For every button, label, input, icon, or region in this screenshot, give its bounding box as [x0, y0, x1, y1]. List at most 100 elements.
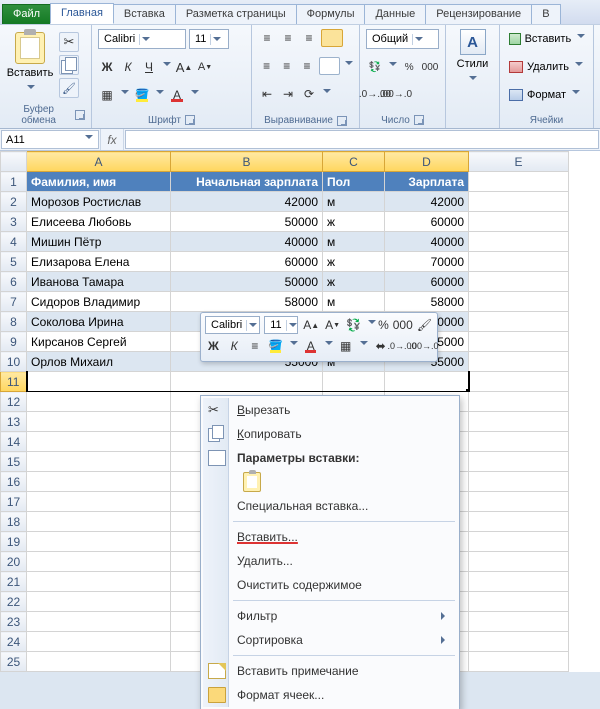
cell[interactable]: 42000	[171, 192, 323, 212]
cell[interactable]: 50000	[171, 212, 323, 232]
merge-center-button[interactable]	[319, 57, 340, 75]
grow-font-button[interactable]: A▲	[175, 58, 193, 76]
copy-button[interactable]	[59, 55, 79, 75]
borders-button[interactable]: ▦	[337, 337, 354, 355]
mini-size-combo[interactable]: 11	[264, 316, 298, 334]
cell[interactable]: Елисеева Любовь	[27, 212, 171, 232]
font-color-button[interactable]: A	[168, 86, 186, 104]
cell[interactable]: Соколова Ирина	[27, 312, 171, 332]
cell[interactable]: Морозов Ростислав	[27, 192, 171, 212]
format-cells-button[interactable]: Формат	[506, 85, 587, 105]
col-header-c[interactable]: C	[323, 152, 385, 172]
cell[interactable]	[469, 652, 569, 672]
cell[interactable]: 58000	[171, 292, 323, 312]
align-top-button[interactable]: ≡	[258, 29, 276, 47]
grow-font-button[interactable]: A▲	[302, 316, 320, 334]
cell[interactable]: 40000	[385, 232, 469, 252]
cell[interactable]	[469, 632, 569, 652]
row-header[interactable]: 5	[1, 252, 27, 272]
cell[interactable]	[469, 252, 569, 272]
row-header[interactable]: 2	[1, 192, 27, 212]
chevron-down-icon[interactable]	[210, 34, 221, 45]
tab-data[interactable]: Данные	[364, 4, 426, 24]
ctx-comment[interactable]: Вставить примечание	[203, 659, 457, 683]
row-header[interactable]: 24	[1, 632, 27, 652]
ctx-insert[interactable]: Вставить...	[203, 525, 457, 549]
chevron-down-icon[interactable]	[83, 132, 94, 148]
cell[interactable]	[27, 632, 171, 652]
row-header[interactable]: 20	[1, 552, 27, 572]
ctx-paste-special[interactable]: Специальная вставка...	[203, 494, 457, 518]
row-header[interactable]: 21	[1, 572, 27, 592]
cell[interactable]	[469, 472, 569, 492]
chevron-down-icon[interactable]	[288, 338, 298, 354]
ctx-filter[interactable]: Фильтр	[203, 604, 457, 628]
col-header-b[interactable]: B	[171, 152, 323, 172]
chevron-down-icon[interactable]	[387, 59, 398, 75]
formula-input[interactable]	[125, 130, 599, 149]
select-all-corner[interactable]	[1, 152, 27, 172]
percent-button[interactable]: %	[377, 316, 390, 334]
cell[interactable]: Зарплата	[385, 172, 469, 192]
underline-button[interactable]: Ч	[140, 58, 158, 76]
tab-file[interactable]: Файл	[2, 4, 51, 24]
cell[interactable]: Начальная зарплата	[171, 172, 323, 192]
align-center-button[interactable]: ≡	[247, 337, 264, 355]
ctx-clear[interactable]: Очистить содержимое	[203, 573, 457, 597]
row-header[interactable]: 1	[1, 172, 27, 192]
merge-button[interactable]: ⬌	[372, 337, 389, 355]
cell[interactable]	[469, 412, 569, 432]
borders-button[interactable]: ▦	[98, 86, 116, 104]
dialog-launcher-icon[interactable]	[337, 116, 347, 126]
ctx-delete[interactable]: Удалить...	[203, 549, 457, 573]
tab-formulas[interactable]: Формулы	[296, 4, 366, 24]
cell[interactable]	[469, 292, 569, 312]
row-header[interactable]: 11	[1, 372, 27, 392]
increase-decimal-button[interactable]: .0→.00	[393, 337, 411, 355]
cell[interactable]	[27, 592, 171, 612]
cell[interactable]	[27, 472, 171, 492]
cell[interactable]	[469, 552, 569, 572]
font-size-combo[interactable]: 11	[189, 29, 229, 49]
cell[interactable]	[469, 492, 569, 512]
row-header[interactable]: 15	[1, 452, 27, 472]
format-painter-button[interactable]: 🖌	[416, 316, 433, 334]
cell[interactable]	[27, 612, 171, 632]
col-header-e[interactable]: E	[469, 152, 569, 172]
chevron-down-icon[interactable]	[323, 338, 333, 354]
align-bottom-button[interactable]: ≡	[300, 29, 318, 47]
cell[interactable]	[27, 392, 171, 412]
chevron-down-icon[interactable]	[25, 82, 36, 98]
cell[interactable]	[469, 592, 569, 612]
chevron-down-icon[interactable]	[286, 320, 296, 331]
cell[interactable]	[469, 172, 569, 192]
cell[interactable]: Иванова Тамара	[27, 272, 171, 292]
dialog-launcher-icon[interactable]	[185, 115, 195, 125]
dialog-launcher-icon[interactable]	[414, 115, 424, 125]
ctx-sort[interactable]: Сортировка	[203, 628, 457, 652]
cell[interactable]	[385, 372, 469, 392]
row-header[interactable]: 14	[1, 432, 27, 452]
cell[interactable]	[469, 612, 569, 632]
fill-color-button[interactable]: 🪣	[267, 337, 284, 355]
chevron-down-icon[interactable]	[366, 317, 373, 333]
ctx-copy[interactable]: Копировать	[203, 422, 457, 446]
cell[interactable]	[469, 272, 569, 292]
ctx-format-cells[interactable]: Формат ячеек...	[203, 683, 457, 707]
cell[interactable]: 70000	[385, 252, 469, 272]
cell[interactable]	[469, 392, 569, 412]
row-header[interactable]: 8	[1, 312, 27, 332]
name-box[interactable]: A11	[1, 130, 99, 149]
cell[interactable]	[469, 532, 569, 552]
cell[interactable]: 60000	[171, 252, 323, 272]
row-header[interactable]: 23	[1, 612, 27, 632]
chevron-down-icon[interactable]	[412, 34, 423, 45]
cell[interactable]	[27, 372, 171, 392]
row-header[interactable]: 17	[1, 492, 27, 512]
chevron-down-icon[interactable]	[573, 59, 584, 75]
row-header[interactable]: 7	[1, 292, 27, 312]
cell[interactable]: 50000	[171, 272, 323, 292]
row-header[interactable]: 3	[1, 212, 27, 232]
delete-cells-button[interactable]: Удалить	[506, 57, 587, 77]
chevron-down-icon[interactable]	[189, 87, 200, 103]
